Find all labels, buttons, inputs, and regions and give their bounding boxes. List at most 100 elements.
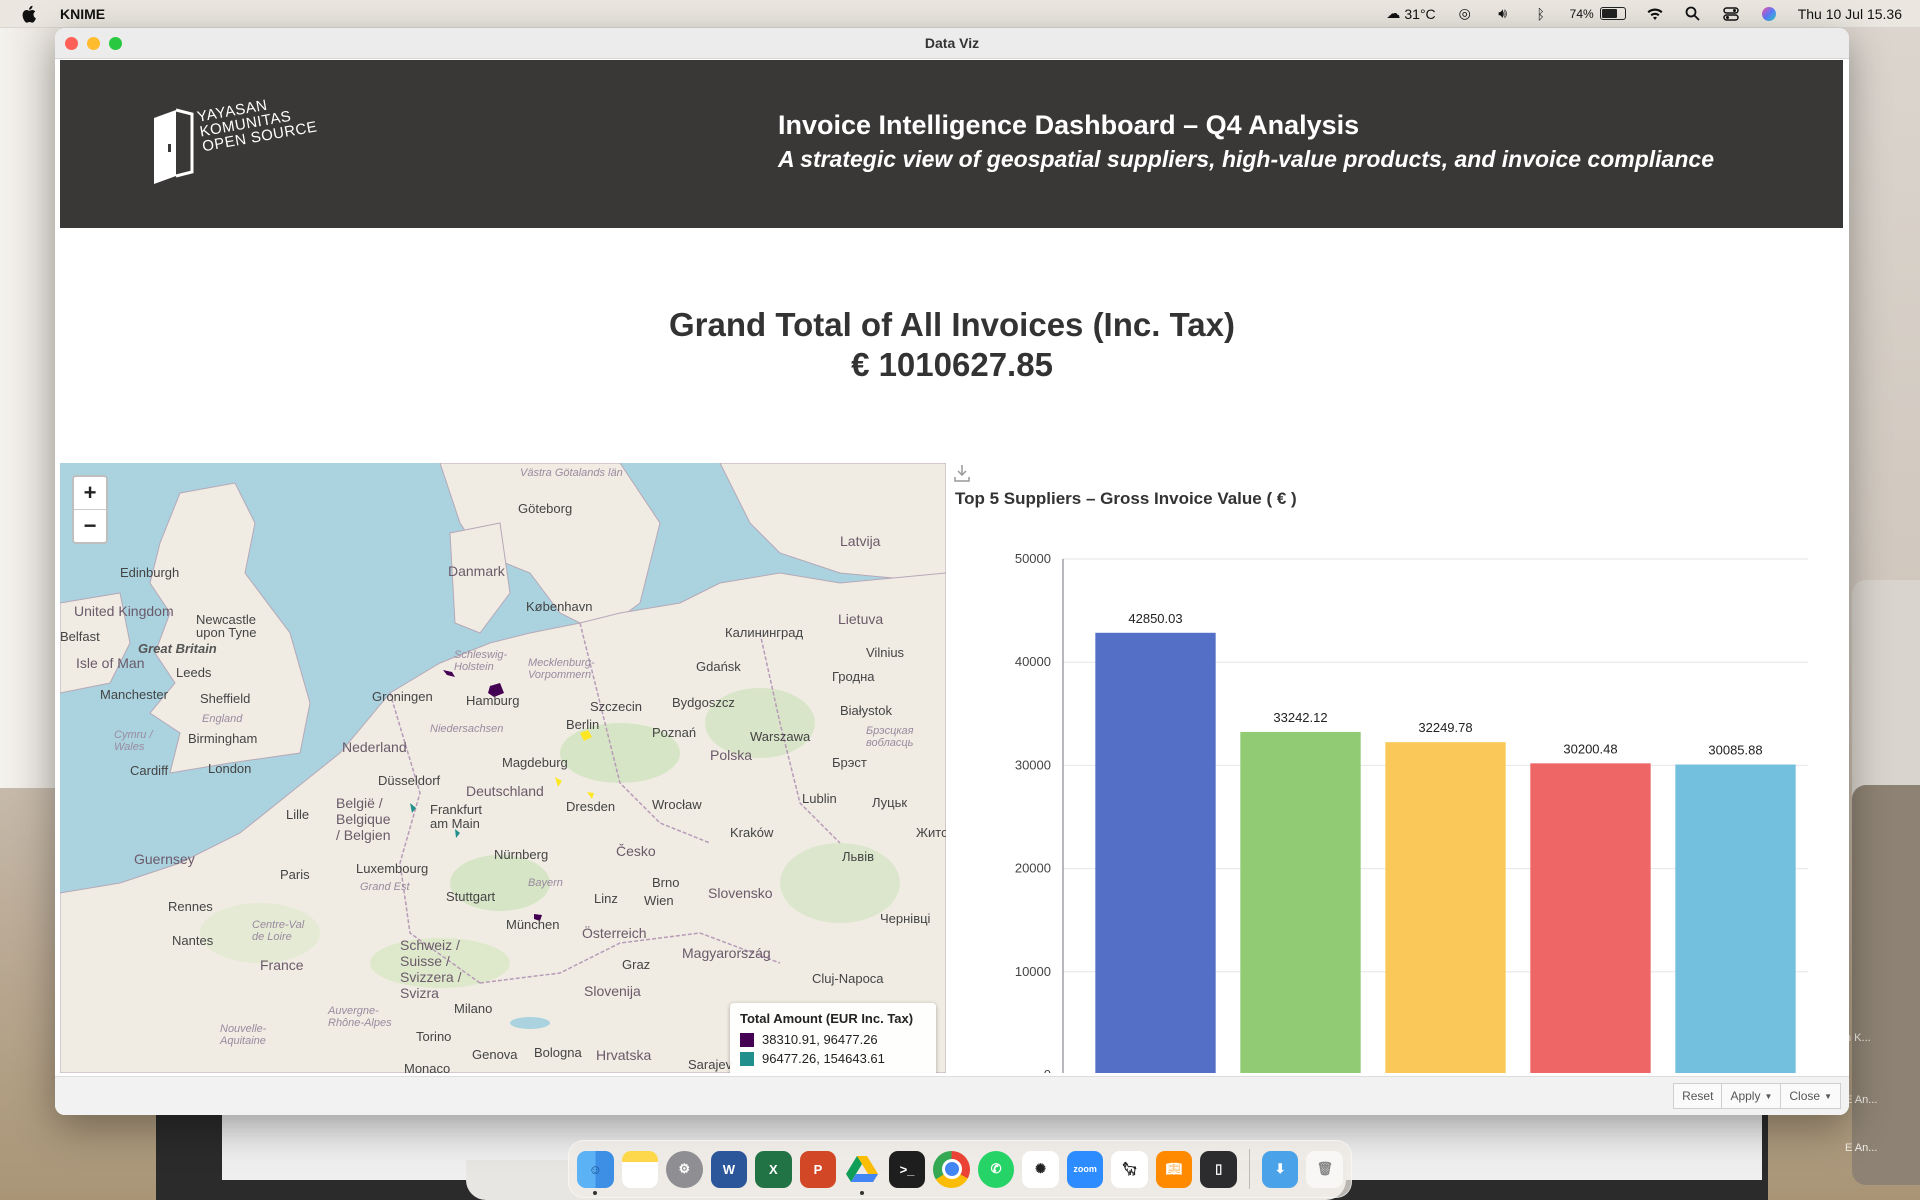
- map-label: Graz: [622, 957, 651, 972]
- volume-icon[interactable]: 🔊︎: [1494, 5, 1512, 22]
- window-title: Data Viz: [924, 35, 980, 51]
- books-icon[interactable]: 📖︎: [1155, 1150, 1193, 1188]
- background-label: E An...: [1845, 1094, 1878, 1106]
- zoom-in-button[interactable]: +: [74, 477, 106, 510]
- map-label: Göteborg: [518, 501, 573, 516]
- whatsapp-icon[interactable]: ✆: [977, 1150, 1015, 1188]
- map-label: Stuttgart: [446, 889, 496, 904]
- map-label: Auvergne-Rhône-Alpes: [328, 1005, 392, 1029]
- map-label: Guernsey: [134, 851, 195, 867]
- map-label: Groningen: [372, 689, 433, 704]
- map-label: Düsseldorf: [378, 773, 441, 788]
- chatgpt-icon[interactable]: ✺: [1022, 1150, 1059, 1188]
- dashboard-title: Invoice Intelligence Dashboard – Q4 Anal…: [778, 110, 1360, 140]
- map-label: Schleswig-Holstein: [454, 649, 508, 673]
- battery-status[interactable]: 74%: [1570, 7, 1626, 21]
- bar-value-label: 33242.12: [1273, 710, 1327, 725]
- map-label: Dresden: [566, 799, 616, 814]
- map-label: Warszawa: [750, 729, 811, 744]
- excel-icon[interactable]: X: [755, 1150, 792, 1188]
- terminal-icon[interactable]: >_: [888, 1150, 926, 1188]
- dock: ☺ ⚙ W X P >_ ✆ ✺ zoom 🦙︎ 📖︎ ▯ ⬇ 🗑︎: [568, 1140, 1352, 1198]
- chrome-icon[interactable]: [933, 1150, 970, 1188]
- map-label: Kraków: [730, 825, 774, 840]
- legend-swatch: [740, 1051, 754, 1066]
- zoom-icon[interactable]: zoom: [1066, 1150, 1104, 1188]
- weather-widget[interactable]: ☁ 31°C: [1386, 5, 1435, 22]
- legend-item: 96477.26, 154643.61: [740, 1051, 926, 1066]
- weather-temp: 31°C: [1404, 5, 1436, 22]
- map-label: Schweiz / Suisse / Svizzera / Svizra: [400, 937, 462, 1001]
- powerpoint-icon[interactable]: P: [799, 1150, 837, 1188]
- map-label: Калининград: [725, 625, 804, 640]
- google-drive-icon[interactable]: [844, 1151, 881, 1195]
- logo-text: YAYASAN KOMUNITAS OPEN SOURCE: [195, 96, 319, 156]
- map-label: Sarajev: [688, 1057, 733, 1072]
- legend-title: Total Amount (EUR Inc. Tax): [740, 1011, 914, 1026]
- map-label: Szczecin: [590, 699, 643, 714]
- app-menu[interactable]: KNIME: [60, 6, 105, 22]
- caret-down-icon: ▼: [1824, 1091, 1832, 1101]
- map-label: België / Belgique / Belgien: [336, 795, 391, 843]
- map-legend: Total Amount (EUR Inc. Tax) 38310.91, 96…: [730, 1003, 936, 1073]
- window-titlebar[interactable]: Data Viz: [55, 28, 1849, 59]
- downloads-folder-icon[interactable]: ⬇: [1261, 1150, 1299, 1188]
- map-label: England: [202, 713, 243, 725]
- system-settings-icon[interactable]: ⚙: [666, 1150, 703, 1188]
- map-label: Magyarország: [682, 945, 771, 961]
- control-center-icon[interactable]: [1722, 6, 1740, 22]
- map-label: Leeds: [176, 665, 212, 680]
- bar-value-label: 30200.48: [1563, 741, 1617, 756]
- close-button[interactable]: Close ▼: [1781, 1083, 1841, 1109]
- reset-label: Reset: [1682, 1089, 1714, 1103]
- map-label: Frankfurt am Main: [430, 802, 483, 831]
- y-tick-label: 0: [1044, 1067, 1051, 1073]
- map-label: Västra Götalands län: [520, 467, 623, 479]
- datetime[interactable]: Thu 10 Jul 15.36: [1798, 6, 1902, 22]
- map-label: Vilnius: [866, 645, 905, 660]
- search-icon[interactable]: [1684, 6, 1702, 22]
- map-label: Monaco: [404, 1061, 451, 1073]
- map-label: Birmingham: [188, 731, 258, 746]
- map-label: Slovensko: [708, 885, 773, 901]
- map-label: Białystok: [840, 703, 893, 718]
- notes-icon[interactable]: [621, 1150, 659, 1188]
- map-label: København: [526, 599, 593, 614]
- map-label: Danmark: [448, 563, 505, 579]
- close-label: Close: [1789, 1089, 1821, 1103]
- map-label: Magdeburg: [502, 755, 568, 770]
- map-label: Genova: [472, 1047, 518, 1062]
- map-label: Latvija: [840, 533, 881, 549]
- background-panel-dark: [1852, 785, 1920, 1185]
- apple-icon[interactable]: [22, 5, 38, 23]
- finder-icon[interactable]: ☺: [577, 1150, 614, 1195]
- siri-icon[interactable]: [1760, 6, 1778, 22]
- map-label: Гродна: [832, 669, 875, 684]
- cloud-sun-icon: ☁: [1386, 5, 1401, 21]
- bar-chart-plot: 0 10000 20000 30000 40000 50000 42850.03 33242.…: [1015, 551, 1808, 1073]
- map-label: Nederland: [342, 739, 407, 755]
- map-label: Milano: [454, 1001, 493, 1016]
- map-label: Centre-Val de Loire: [252, 919, 305, 943]
- dashboard-banner: YAYASAN KOMUNITAS OPEN SOURCE Invoice In…: [60, 60, 1843, 228]
- map-label: Nouvelle-Aquitaine: [220, 1023, 267, 1047]
- apply-button[interactable]: Apply ▼: [1722, 1083, 1782, 1109]
- map-label: Nürnberg: [494, 847, 549, 862]
- ollama-icon[interactable]: 🦙︎: [1111, 1150, 1148, 1188]
- zoom-out-button[interactable]: −: [74, 510, 106, 542]
- iphone-mirroring-icon[interactable]: ▯: [1200, 1150, 1237, 1188]
- supplier-map[interactable]: + − Västra Götalands län Göteborg Latvij…: [60, 463, 946, 1073]
- map-label: Lietuva: [838, 611, 884, 627]
- bluetooth-icon[interactable]: ᛒ: [1532, 6, 1550, 22]
- reset-button[interactable]: Reset: [1673, 1083, 1723, 1109]
- map-label: Edinburgh: [120, 565, 180, 580]
- minimize-window-button[interactable]: [87, 36, 100, 50]
- close-window-button[interactable]: [65, 36, 78, 50]
- maximize-window-button[interactable]: [109, 36, 122, 50]
- wifi-icon[interactable]: [1646, 6, 1664, 22]
- airdrop-icon[interactable]: ◎: [1456, 5, 1474, 22]
- word-icon[interactable]: W: [710, 1150, 748, 1188]
- map-label: Чернівці: [880, 911, 931, 926]
- trash-icon[interactable]: 🗑︎: [1306, 1150, 1344, 1188]
- map-zoom-control: + −: [72, 475, 108, 544]
